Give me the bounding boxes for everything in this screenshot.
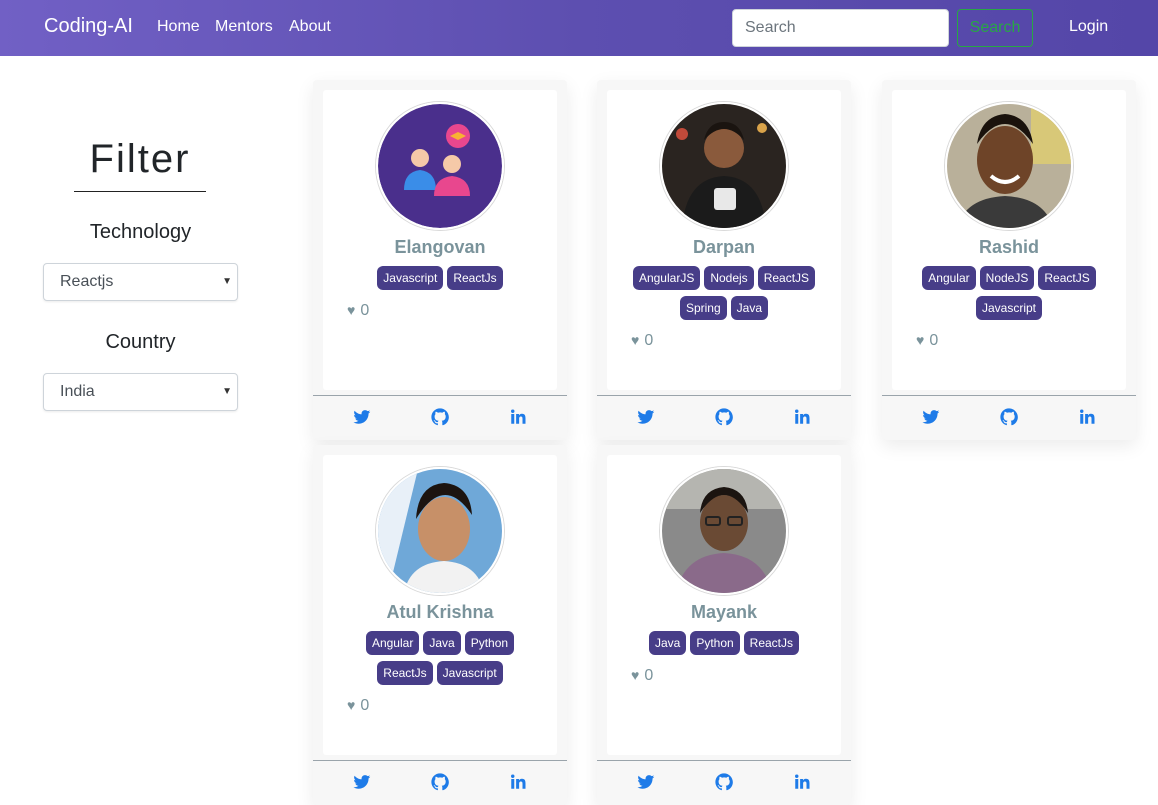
mentor-avatar[interactable] bbox=[945, 102, 1073, 230]
github-icon[interactable] bbox=[715, 408, 733, 426]
card-footer bbox=[313, 395, 567, 439]
likes-counter[interactable]: ♥ 0 bbox=[347, 697, 369, 715]
mentor-card: Mayank Java Python ReactJs ♥ 0 bbox=[597, 445, 851, 805]
nav-home-link[interactable]: Home bbox=[157, 18, 200, 36]
heart-icon[interactable]: ♥ bbox=[631, 667, 639, 683]
likes-counter[interactable]: ♥ 0 bbox=[631, 332, 653, 350]
twitter-icon[interactable] bbox=[637, 408, 655, 426]
tag-list: AngularJS Nodejs ReactJS Spring Java bbox=[607, 263, 841, 323]
country-label: Country bbox=[105, 331, 176, 353]
filter-divider bbox=[74, 191, 206, 192]
likes-count: 0 bbox=[360, 697, 370, 714]
github-icon[interactable] bbox=[715, 773, 733, 791]
mentor-name: Atul Krishna bbox=[386, 602, 494, 622]
mentor-avatar[interactable] bbox=[660, 467, 788, 595]
brand-logo[interactable]: Coding-AI bbox=[44, 15, 133, 38]
linkedin-icon[interactable] bbox=[1078, 408, 1096, 426]
heart-icon[interactable]: ♥ bbox=[347, 697, 355, 713]
card-footer bbox=[313, 760, 567, 804]
nav-about-link[interactable]: About bbox=[289, 18, 331, 36]
card-footer bbox=[597, 395, 851, 439]
likes-counter[interactable]: ♥ 0 bbox=[916, 332, 938, 350]
skill-tag[interactable]: ReactJs bbox=[743, 631, 800, 655]
mentor-card-body: Elangovan Javascript ReactJs ♥ 0 bbox=[323, 90, 557, 390]
linkedin-icon[interactable] bbox=[793, 773, 811, 791]
mentor-card: Elangovan Javascript ReactJs ♥ 0 bbox=[313, 80, 567, 440]
likes-count: 0 bbox=[644, 667, 654, 684]
technology-select-value: Reactjs bbox=[60, 273, 114, 290]
mentor-card-body: Atul Krishna Angular Java Python ReactJs Jav… bbox=[323, 455, 557, 755]
mentor-card-body: Mayank Java Python ReactJs ♥ 0 bbox=[607, 455, 841, 755]
skill-tag[interactable]: Python bbox=[690, 631, 740, 655]
card-footer bbox=[597, 760, 851, 804]
linkedin-icon[interactable] bbox=[509, 408, 527, 426]
twitter-icon[interactable] bbox=[353, 408, 371, 426]
github-icon[interactable] bbox=[431, 773, 449, 791]
skill-tag[interactable]: Javascript bbox=[436, 661, 503, 685]
skill-tag[interactable]: Angular bbox=[365, 631, 420, 655]
github-icon[interactable] bbox=[1000, 408, 1018, 426]
caret-down-icon: ▼ bbox=[222, 386, 232, 397]
country-select-value: India bbox=[60, 383, 95, 400]
mentor-card-body: Darpan AngularJS Nodejs ReactJS Spring Java … bbox=[607, 90, 841, 390]
linkedin-icon[interactable] bbox=[509, 773, 527, 791]
skill-tag[interactable]: Spring bbox=[679, 296, 727, 320]
mentor-card: Rashid Angular NodeJS ReactJS Javascript ♥ 0 bbox=[882, 80, 1136, 440]
skill-tag[interactable]: Java bbox=[423, 631, 461, 655]
tag-list: Angular NodeJS ReactJS Javascript bbox=[892, 263, 1126, 323]
mentor-name: Darpan bbox=[692, 237, 755, 257]
skill-tag[interactable]: Nodejs bbox=[704, 266, 754, 290]
skill-tag[interactable]: Javascript bbox=[377, 266, 444, 290]
skill-tag[interactable]: Python bbox=[464, 631, 515, 655]
linkedin-icon[interactable] bbox=[793, 408, 811, 426]
technology-label: Technology bbox=[89, 221, 192, 243]
card-footer bbox=[882, 395, 1136, 439]
navbar: Coding-AI Home Mentors About Search Logi… bbox=[0, 0, 1158, 56]
nav-mentors-link[interactable]: Mentors bbox=[215, 18, 273, 36]
caret-down-icon: ▼ bbox=[222, 276, 232, 287]
skill-tag[interactable]: ReactJS bbox=[757, 266, 816, 290]
likes-count: 0 bbox=[644, 332, 654, 349]
twitter-icon[interactable] bbox=[353, 773, 371, 791]
technology-select[interactable]: Reactjs ▼ bbox=[43, 263, 238, 301]
heart-icon[interactable]: ♥ bbox=[347, 302, 355, 318]
mentor-avatar[interactable] bbox=[660, 102, 788, 230]
heart-icon[interactable]: ♥ bbox=[631, 332, 639, 348]
country-select[interactable]: India ▼ bbox=[43, 373, 238, 411]
login-link[interactable]: Login bbox=[1069, 18, 1108, 36]
heart-icon[interactable]: ♥ bbox=[916, 332, 924, 348]
search-button[interactable]: Search bbox=[957, 9, 1033, 47]
skill-tag[interactable]: ReactJs bbox=[377, 661, 433, 685]
mentor-name: Mayank bbox=[690, 602, 758, 622]
skill-tag[interactable]: ReactJs bbox=[447, 266, 503, 290]
mentor-name: Rashid bbox=[978, 237, 1039, 257]
likes-count: 0 bbox=[929, 332, 939, 349]
likes-counter[interactable]: ♥ 0 bbox=[631, 667, 653, 685]
skill-tag[interactable]: Angular bbox=[922, 266, 976, 290]
likes-count: 0 bbox=[360, 302, 370, 319]
tag-list: Javascript ReactJs bbox=[323, 263, 557, 293]
mentor-card: Darpan AngularJS Nodejs ReactJS Spring Java … bbox=[597, 80, 851, 440]
twitter-icon[interactable] bbox=[922, 408, 940, 426]
tag-list: Angular Java Python ReactJs Javascript bbox=[323, 628, 557, 688]
mentor-avatar[interactable] bbox=[376, 467, 504, 595]
mentor-avatar[interactable] bbox=[376, 102, 504, 230]
search-input[interactable] bbox=[732, 9, 949, 47]
skill-tag[interactable]: NodeJS bbox=[979, 266, 1035, 290]
github-icon[interactable] bbox=[431, 408, 449, 426]
skill-tag[interactable]: AngularJS bbox=[632, 266, 701, 290]
likes-counter[interactable]: ♥ 0 bbox=[347, 302, 369, 320]
tag-list: Java Python ReactJs bbox=[607, 628, 841, 658]
mentor-name: Elangovan bbox=[394, 237, 486, 257]
mentor-card-body: Rashid Angular NodeJS ReactJS Javascript ♥ 0 bbox=[892, 90, 1126, 390]
twitter-icon[interactable] bbox=[637, 773, 655, 791]
skill-tag[interactable]: Javascript bbox=[975, 296, 1043, 320]
skill-tag[interactable]: Java bbox=[648, 631, 687, 655]
skill-tag[interactable]: Java bbox=[730, 296, 769, 320]
skill-tag[interactable]: ReactJS bbox=[1038, 266, 1096, 290]
filter-title: Filter bbox=[89, 137, 191, 181]
mentor-card: Atul Krishna Angular Java Python ReactJs Jav… bbox=[313, 445, 567, 805]
